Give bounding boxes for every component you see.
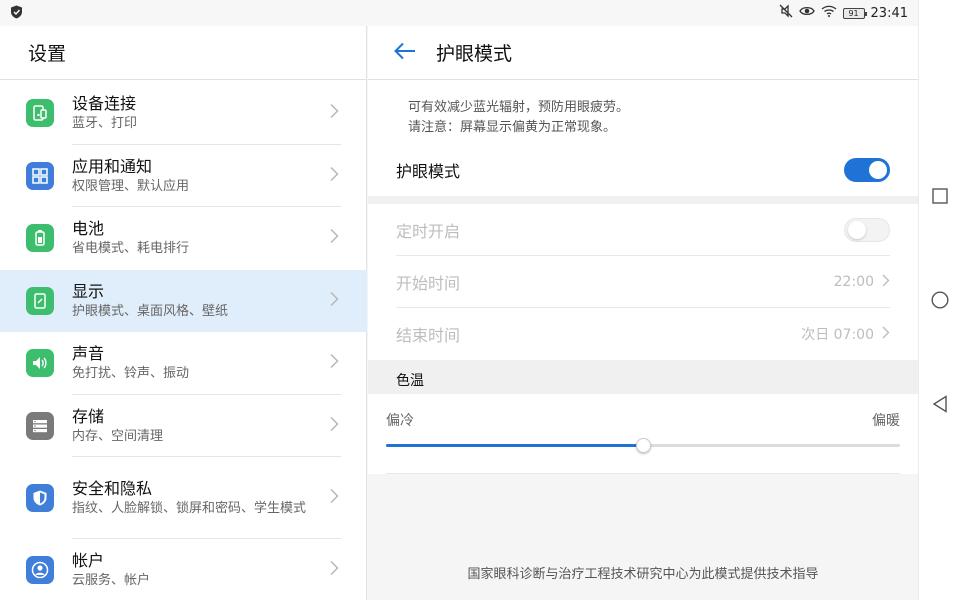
description-line-1: 可有效减少蓝光辐射，预防用眼疲劳。 [408,100,630,115]
schedule-label: 定时开启 [396,222,461,241]
menu-item-title: 显示 [72,281,105,301]
toggle-knob [869,161,887,179]
chevron-right-icon [330,488,339,508]
settings-title: 设置 [0,26,366,80]
menu-item-display[interactable]: 显示 护眼模式、桌面风格、壁纸 [0,269,367,332]
cold-label: 偏冷 [386,413,414,429]
mute-icon [779,4,793,22]
menu-item-subtitle: 内存、空间清理 [72,428,164,444]
menu-item-subtitle: 权限管理、默认应用 [72,178,190,194]
menu-item-subtitle: 省电模式、耗电排行 [72,241,190,257]
menu-item-subtitle: 免打扰、铃声、振动 [72,366,190,382]
chevron-right-icon [330,561,339,580]
warm-label: 偏暖 [872,413,900,429]
device-connect-icon [26,99,54,128]
toggle-knob [848,221,866,239]
color-temp-section-label: 色温 [368,360,918,394]
menu-item-title: 安全和隐私 [72,479,153,498]
clock: 23:41 [870,5,908,21]
menu-item-storage[interactable]: 存储 内存、空间清理 [0,395,367,457]
menu-item-security-privacy[interactable]: 安全和隐私 指纹、人脸解锁、锁屏和密码、学生模式 [0,457,367,539]
chevron-right-icon [330,416,339,435]
menu-item-subtitle: 护眼模式、桌面风格、壁纸 [72,303,229,319]
eye-icon [798,5,815,21]
menu-item-subtitle: 云服务、帐户 [72,573,151,589]
settings-list-panel: 设置 设备连接 蓝牙、打印 应用和通知 权限管理、默认应用 电池 省电模式、耗电… [0,26,367,600]
shield-icon [26,484,54,512]
shield-status-icon [10,4,23,23]
account-icon [26,556,54,585]
chevron-right-icon [330,166,339,185]
start-time-label: 开始时间 [396,274,461,293]
status-bar: 91 23:41 [0,0,918,26]
menu-item-device-connection[interactable]: 设备连接 蓝牙、打印 [0,82,367,145]
back-button[interactable] [930,394,950,414]
navigation-bar [918,0,960,600]
menu-item-apps-notifications[interactable]: 应用和通知 权限管理、默认应用 [0,145,367,207]
menu-item-title: 电池 [72,219,105,239]
end-time-value: 次日 07:00 [801,327,874,343]
battery-indicator: 91 [842,7,867,19]
schedule-toggle[interactable] [844,218,890,242]
color-temp-slider[interactable] [386,438,900,453]
menu-item-account[interactable]: 帐户 云服务、帐户 [0,539,367,600]
menu-item-battery[interactable]: 电池 省电模式、耗电排行 [0,207,367,270]
chevron-right-icon [330,291,339,310]
recents-button[interactable] [930,186,950,206]
speaker-icon [26,349,54,378]
menu-item-subtitle: 蓝牙、打印 [72,116,138,132]
schedule-row[interactable]: 定时开启 [368,204,918,256]
chevron-right-icon [330,229,339,248]
apps-grid-icon [26,161,54,190]
eye-comfort-row[interactable]: 护眼模式 [368,144,918,196]
end-time-label: 结束时间 [396,326,461,345]
description-line-2: 请注意：屏幕显示偏黄为正常现象。 [408,120,617,135]
section-gap [368,196,918,204]
chevron-right-icon [330,104,339,123]
description: 可有效减少蓝光辐射，预防用眼疲劳。 请注意：屏幕显示偏黄为正常现象。 [368,80,918,144]
divider [386,473,900,474]
menu-item-sound[interactable]: 声音 免打扰、铃声、振动 [0,332,367,395]
eye-comfort-toggle[interactable] [844,158,890,182]
battery-icon [26,224,54,253]
menu-item-title: 帐户 [72,551,105,571]
slider-fill [386,444,643,447]
start-time-row[interactable]: 开始时间 22:00 [368,256,918,308]
menu-item-subtitle: 指纹、人脸解锁、锁屏和密码、学生模式 [72,501,307,516]
menu-item-title: 设备连接 [72,94,137,114]
chevron-right-icon [882,326,890,343]
battery-level: 91 [848,8,859,18]
chevron-right-icon [330,354,339,373]
detail-header: 护眼模式 [368,26,918,80]
wifi-icon [821,5,837,21]
menu-item-title: 应用和通知 [72,156,153,176]
footer-note: 国家眼科诊断与治疗工程技术研究中心为此模式提供技术指导 [467,567,819,582]
menu-item-title: 存储 [72,406,105,426]
slider-thumb[interactable] [635,438,651,453]
menu-item-title: 声音 [72,344,105,364]
back-arrow-icon[interactable] [394,42,416,64]
eye-comfort-label: 护眼模式 [396,162,461,181]
display-icon [26,286,54,315]
start-time-value: 22:00 [833,274,874,290]
end-time-row[interactable]: 结束时间 次日 07:00 [368,308,918,360]
eye-comfort-panel: 护眼模式 可有效减少蓝光辐射，预防用眼疲劳。 请注意：屏幕显示偏黄为正常现象。 … [368,26,918,600]
page-title: 护眼模式 [436,43,513,65]
storage-icon [26,411,54,440]
settings-menu: 设备连接 蓝牙、打印 应用和通知 权限管理、默认应用 电池 省电模式、耗电排行 … [0,82,367,600]
chevron-right-icon [882,274,890,291]
home-button[interactable] [930,290,950,310]
color-temp-slider-block: 偏冷 偏暖 [368,394,918,474]
